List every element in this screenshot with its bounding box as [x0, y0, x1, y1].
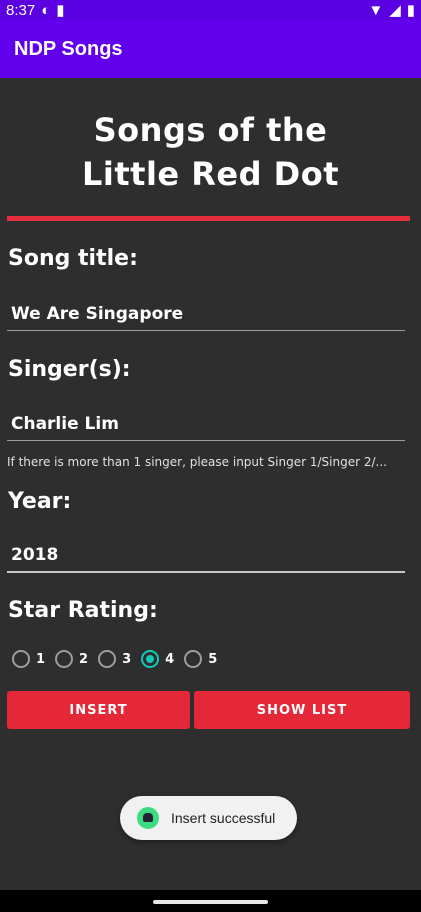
sd-card-icon: ▮ [56, 2, 65, 19]
app-bar: NDP Songs [0, 20, 421, 78]
rating-option-3[interactable]: 3 [98, 650, 131, 668]
radio-circle-icon [184, 650, 203, 668]
rating-option-4[interactable]: 4 [141, 650, 174, 668]
status-time: 8:37 [6, 1, 36, 19]
android-icon [137, 807, 159, 829]
year-input[interactable]: 2018 [7, 539, 405, 573]
singer-hint: If there is more than 1 singer, please i… [7, 455, 387, 469]
page-title: Songs of the Little Red Dot [0, 108, 421, 196]
rating-option-5[interactable]: 5 [184, 650, 217, 668]
singer-input[interactable]: Charlie Lim [7, 407, 405, 441]
year-label: Year: [8, 489, 72, 514]
radio-circle-icon [98, 650, 117, 668]
notification-icon: ◐ [41, 1, 51, 19]
song-title-input[interactable]: We Are Singapore [7, 297, 405, 331]
song-title-label: Song title: [8, 246, 138, 271]
rating-option-1[interactable]: 1 [12, 650, 45, 668]
star-rating-label: Star Rating: [8, 598, 158, 623]
toast-message: Insert successful [171, 810, 276, 826]
radio-checked-icon [141, 650, 160, 668]
wifi-icon: ▼ [368, 1, 384, 19]
rating-option-label: 5 [208, 651, 218, 667]
app-title: NDP Songs [14, 37, 123, 60]
rating-option-2[interactable]: 2 [55, 650, 88, 668]
signal-icon: ◢ [389, 2, 401, 19]
toast-notification: Insert successful [120, 796, 297, 840]
rating-option-label: 2 [79, 651, 89, 667]
navigation-bar [0, 890, 421, 912]
rating-option-label: 4 [165, 651, 175, 667]
singer-label: Singer(s): [8, 357, 131, 382]
insert-button[interactable]: INSERT [7, 691, 190, 729]
title-divider [7, 216, 410, 221]
show-list-button[interactable]: SHOW LIST [194, 691, 410, 729]
rating-option-label: 1 [36, 651, 46, 667]
star-rating-group: 1 2 3 4 5 [12, 650, 217, 668]
home-handle[interactable] [153, 900, 268, 904]
rating-option-label: 3 [122, 651, 132, 667]
radio-circle-icon [55, 650, 74, 668]
title-line-1: Songs of the [93, 111, 328, 149]
radio-circle-icon [12, 650, 30, 668]
battery-icon: ▮ [406, 2, 415, 19]
title-line-2: Little Red Dot [82, 155, 339, 193]
main-content: Songs of the Little Red Dot Song title: … [0, 78, 421, 890]
status-bar: 8:37 ◐ ▮ ▼ ◢ ▮ [0, 0, 421, 20]
